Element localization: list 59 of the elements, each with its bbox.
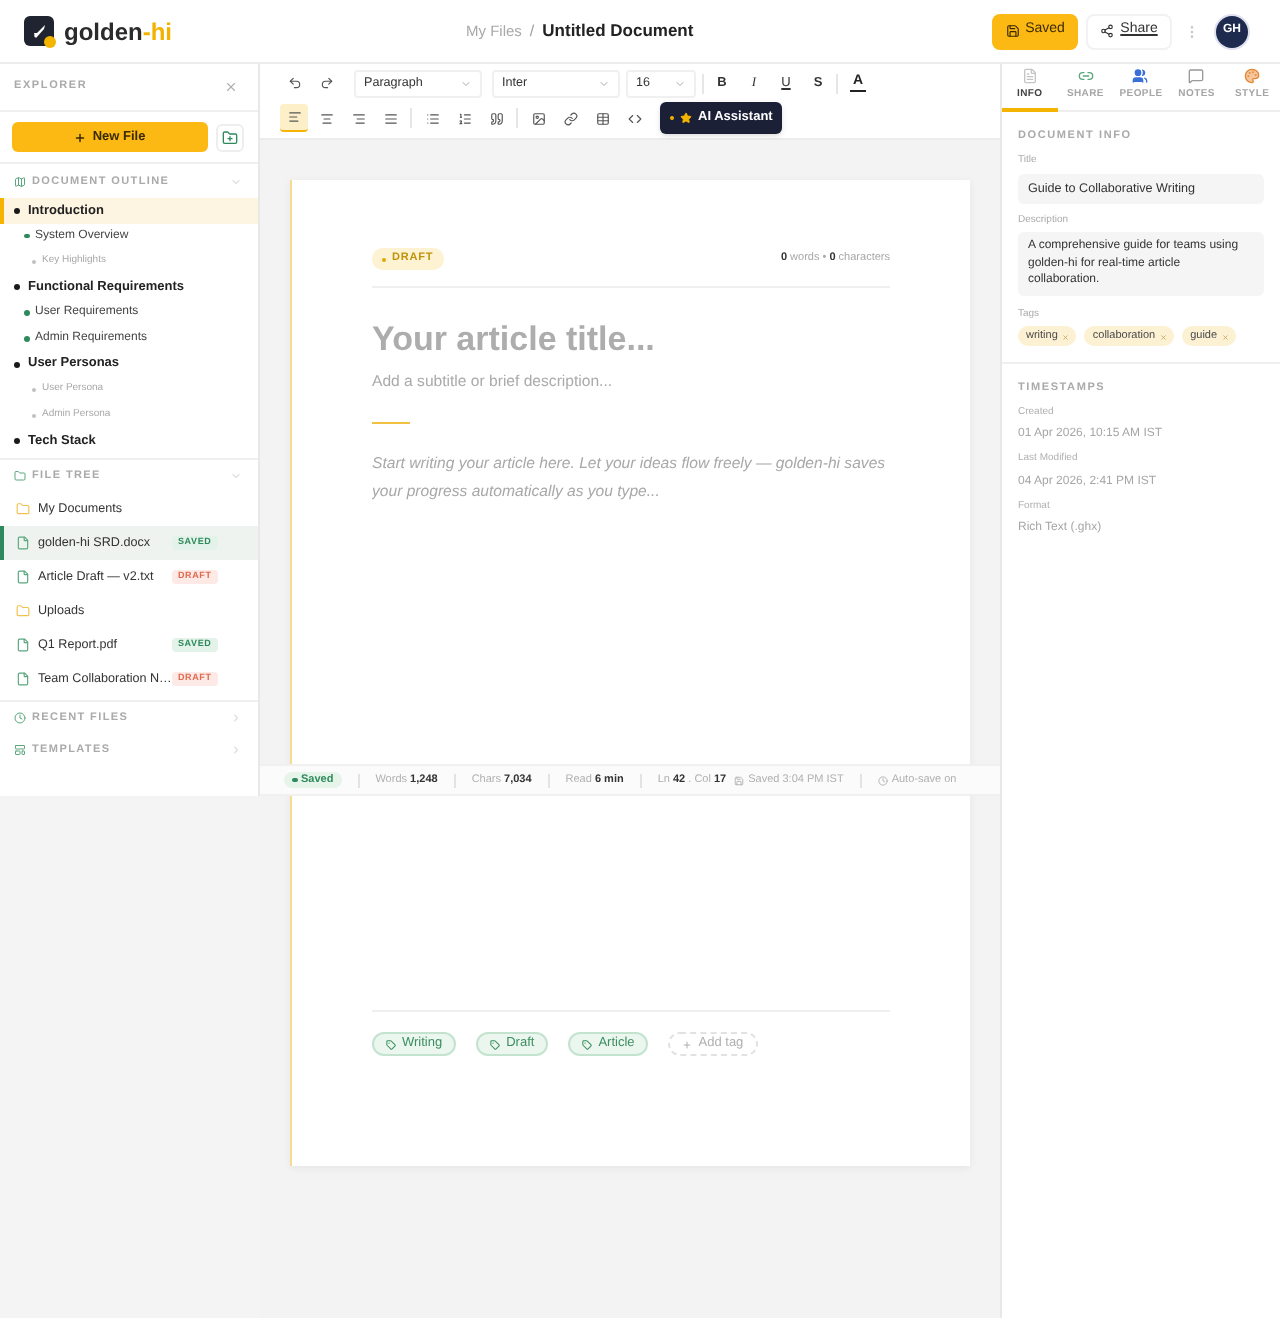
link-icon xyxy=(1077,68,1094,85)
redo-icon xyxy=(319,76,333,90)
bullet-icon xyxy=(24,336,29,342)
table-icon xyxy=(595,111,609,125)
map-icon xyxy=(14,176,26,188)
document-icon xyxy=(1021,68,1038,85)
caret-icon xyxy=(460,77,472,89)
logo-text: golden-hi xyxy=(64,15,172,49)
bullet-icon xyxy=(14,207,20,214)
people-icon xyxy=(1132,68,1149,85)
bullet-list-icon xyxy=(425,111,439,125)
breadcrumb-separator: / xyxy=(529,19,535,43)
folder-icon xyxy=(14,469,26,482)
caret-icon xyxy=(598,77,610,89)
undo-icon xyxy=(287,76,301,90)
title-field[interactable]: Your article title... xyxy=(372,320,890,360)
document-title: Untitled Document xyxy=(542,18,694,44)
align-left-icon xyxy=(287,110,301,124)
tag-icon xyxy=(490,1039,501,1049)
speech-bubble-icon xyxy=(1188,68,1205,85)
link-icon xyxy=(563,111,577,125)
palette-icon xyxy=(1244,68,1261,85)
file-icon xyxy=(16,637,30,652)
accent-rule xyxy=(372,422,410,424)
folder-plus-icon xyxy=(222,129,238,145)
plus-icon xyxy=(74,131,87,143)
close-icon xyxy=(223,80,237,94)
align-button[interactable] xyxy=(280,104,308,132)
folder-icon xyxy=(16,501,30,516)
tag-icon xyxy=(582,1039,593,1049)
file-icon xyxy=(16,671,30,686)
bullet-icon xyxy=(14,361,20,368)
logo-icon xyxy=(24,15,56,47)
align-center-icon xyxy=(319,111,333,125)
plus-icon xyxy=(682,1039,693,1049)
bullet-icon xyxy=(24,310,29,316)
new-folder-button[interactable] xyxy=(216,123,244,151)
save-icon xyxy=(734,775,745,785)
caret-icon xyxy=(674,77,686,89)
code-icon xyxy=(627,111,641,125)
quote-icon xyxy=(489,111,503,125)
clock-icon xyxy=(877,775,888,785)
numbered-list-icon xyxy=(457,111,471,125)
align-justify-icon xyxy=(383,111,397,125)
file-icon xyxy=(16,569,30,584)
save-icon xyxy=(1005,24,1020,38)
image-icon xyxy=(531,111,545,125)
clock-icon xyxy=(14,711,26,724)
bullet-icon xyxy=(24,233,29,239)
folder-icon xyxy=(16,603,30,618)
file-icon xyxy=(16,535,30,550)
tag-icon xyxy=(386,1039,396,1049)
close-button[interactable] xyxy=(222,79,238,95)
template-icon xyxy=(14,743,26,756)
align-right-icon xyxy=(351,111,365,125)
share-icon xyxy=(1100,24,1115,38)
star-icon xyxy=(680,112,692,124)
bullet-icon xyxy=(14,438,20,445)
bullet-icon xyxy=(14,284,20,291)
